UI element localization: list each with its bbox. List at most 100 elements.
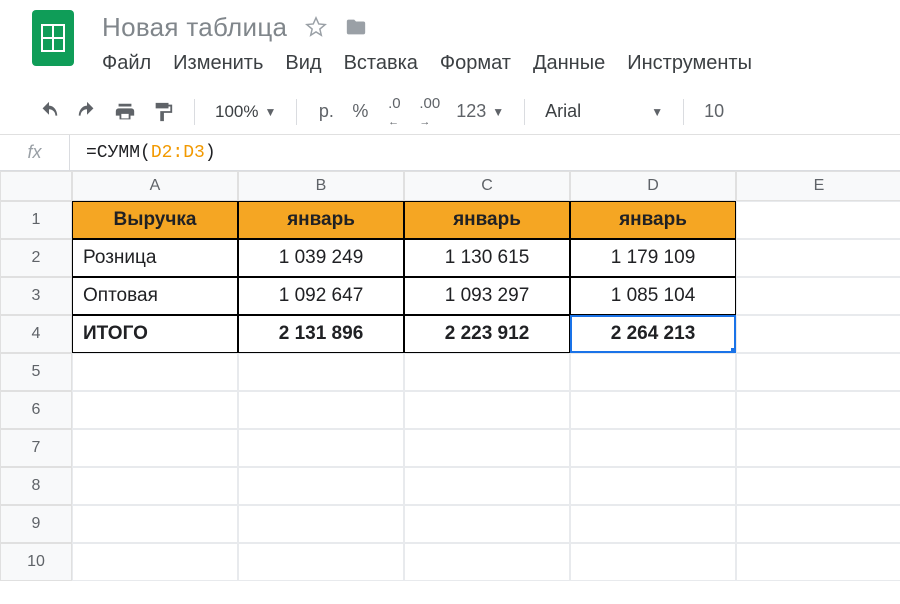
cell-A4[interactable]: ИТОГО [72, 315, 238, 353]
cell-B6[interactable] [238, 391, 404, 429]
menubar: Файл Изменить Вид Вставка Формат Данные … [102, 44, 752, 75]
number-format-dropdown[interactable]: 123▼ [450, 97, 510, 127]
cell-B7[interactable] [238, 429, 404, 467]
select-all-corner[interactable] [0, 171, 72, 201]
cell-D5[interactable] [570, 353, 736, 391]
cell-C1[interactable]: январь [404, 201, 570, 239]
font-size-dropdown[interactable]: 10 [698, 97, 730, 127]
cell-A6[interactable] [72, 391, 238, 429]
cell-E6[interactable] [736, 391, 900, 429]
cell-C5[interactable] [404, 353, 570, 391]
formula-input[interactable]: =СУММ(D2:D3) [70, 143, 900, 163]
cell-D8[interactable] [570, 467, 736, 505]
cell-B3[interactable]: 1 092 647 [238, 277, 404, 315]
undo-button[interactable] [32, 97, 66, 127]
menu-edit[interactable]: Изменить [173, 52, 263, 75]
cell-C10[interactable] [404, 543, 570, 581]
document-title[interactable]: Новая таблица [102, 12, 287, 43]
cell-D6[interactable] [570, 391, 736, 429]
row-header-5[interactable]: 5 [0, 353, 72, 391]
redo-button[interactable] [70, 97, 104, 127]
cell-B8[interactable] [238, 467, 404, 505]
spreadsheet-grid[interactable]: A B C D E 1 Выручка январь январь январь… [0, 171, 900, 581]
print-button[interactable] [108, 97, 142, 127]
formula-prefix: =СУММ( [86, 143, 151, 163]
cell-B10[interactable] [238, 543, 404, 581]
cell-D2[interactable]: 1 179 109 [570, 239, 736, 277]
format-currency-button[interactable]: р. [311, 97, 341, 127]
decrease-decimal-button[interactable]: .0← [379, 97, 409, 127]
cell-E2[interactable] [736, 239, 900, 277]
cell-E3[interactable] [736, 277, 900, 315]
paint-format-button[interactable] [146, 97, 180, 127]
zoom-dropdown[interactable]: 100%▼ [209, 97, 282, 127]
cell-A3[interactable]: Оптовая [72, 277, 238, 315]
cell-C7[interactable] [404, 429, 570, 467]
row-header-7[interactable]: 7 [0, 429, 72, 467]
cell-A9[interactable] [72, 505, 238, 543]
cell-E8[interactable] [736, 467, 900, 505]
sheets-logo-icon[interactable] [32, 10, 74, 66]
row-header-2[interactable]: 2 [0, 239, 72, 277]
menu-tools[interactable]: Инструменты [627, 52, 752, 75]
font-family-dropdown[interactable]: Arial▼ [539, 97, 669, 127]
cell-D1[interactable]: январь [570, 201, 736, 239]
cell-C9[interactable] [404, 505, 570, 543]
menu-insert[interactable]: Вставка [344, 52, 418, 75]
cell-D10[interactable] [570, 543, 736, 581]
row-header-10[interactable]: 10 [0, 543, 72, 581]
row-header-9[interactable]: 9 [0, 505, 72, 543]
col-header-C[interactable]: C [404, 171, 570, 201]
cell-B4[interactable]: 2 131 896 [238, 315, 404, 353]
cell-A7[interactable] [72, 429, 238, 467]
menu-data[interactable]: Данные [533, 52, 605, 75]
cell-B9[interactable] [238, 505, 404, 543]
folder-icon[interactable] [345, 16, 367, 38]
increase-decimal-button[interactable]: .00→ [413, 97, 446, 127]
cell-A8[interactable] [72, 467, 238, 505]
toolbar-separator [524, 99, 525, 125]
fx-icon: fx [0, 135, 70, 170]
cell-A5[interactable] [72, 353, 238, 391]
cell-D7[interactable] [570, 429, 736, 467]
cell-E5[interactable] [736, 353, 900, 391]
col-header-D[interactable]: D [570, 171, 736, 201]
toolbar-separator [683, 99, 684, 125]
col-header-B[interactable]: B [238, 171, 404, 201]
row-header-8[interactable]: 8 [0, 467, 72, 505]
toolbar-separator [296, 99, 297, 125]
row-header-4[interactable]: 4 [0, 315, 72, 353]
cell-A2[interactable]: Розница [72, 239, 238, 277]
formula-suffix: ) [205, 143, 216, 163]
cell-D9[interactable] [570, 505, 736, 543]
cell-E4[interactable] [736, 315, 900, 353]
cell-C2[interactable]: 1 130 615 [404, 239, 570, 277]
row-header-6[interactable]: 6 [0, 391, 72, 429]
star-icon[interactable] [305, 16, 327, 38]
cell-E7[interactable] [736, 429, 900, 467]
menu-format[interactable]: Формат [440, 52, 511, 75]
cell-C3[interactable]: 1 093 297 [404, 277, 570, 315]
col-header-E[interactable]: E [736, 171, 900, 201]
menu-file[interactable]: Файл [102, 52, 151, 75]
cell-E10[interactable] [736, 543, 900, 581]
cell-B2[interactable]: 1 039 249 [238, 239, 404, 277]
format-percent-button[interactable]: % [345, 97, 375, 127]
cell-A1[interactable]: Выручка [72, 201, 238, 239]
cell-C8[interactable] [404, 467, 570, 505]
row-header-1[interactable]: 1 [0, 201, 72, 239]
toolbar: 100%▼ р. % .0← .00→ 123▼ Arial▼ 10 [0, 89, 900, 135]
cell-D3[interactable]: 1 085 104 [570, 277, 736, 315]
cell-E1[interactable] [736, 201, 900, 239]
cell-E9[interactable] [736, 505, 900, 543]
cell-C4[interactable]: 2 223 912 [404, 315, 570, 353]
cell-B5[interactable] [238, 353, 404, 391]
col-header-A[interactable]: A [72, 171, 238, 201]
titlebar: Новая таблица Файл Изменить Вид Вставка … [0, 0, 900, 75]
row-header-3[interactable]: 3 [0, 277, 72, 315]
cell-D4[interactable]: 2 264 213 [570, 315, 736, 353]
cell-C6[interactable] [404, 391, 570, 429]
cell-B1[interactable]: январь [238, 201, 404, 239]
cell-A10[interactable] [72, 543, 238, 581]
menu-view[interactable]: Вид [285, 52, 321, 75]
